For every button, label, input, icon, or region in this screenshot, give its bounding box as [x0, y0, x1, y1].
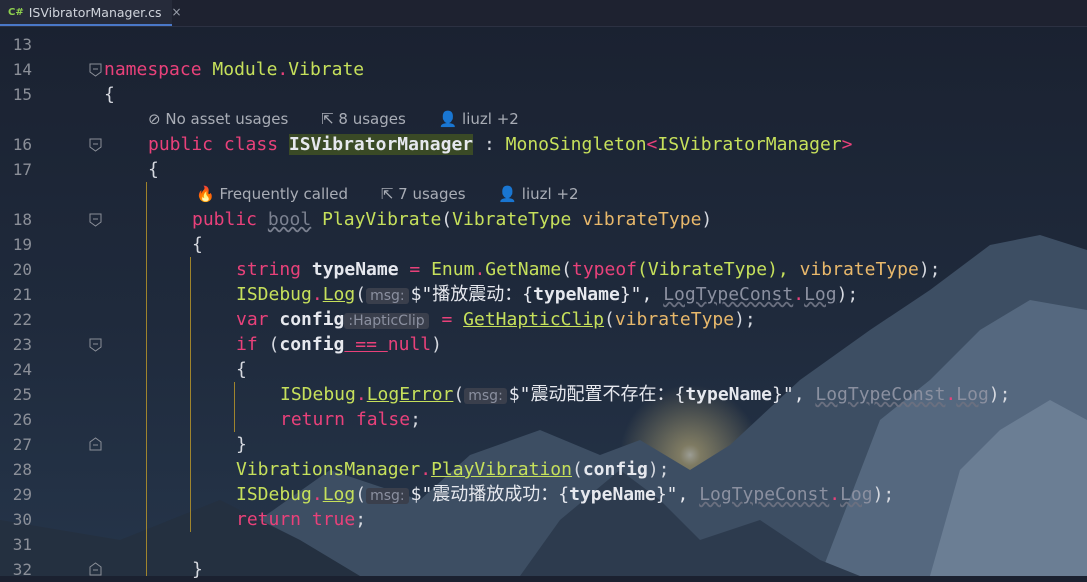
editor-tab-bar: C# ISVibratorManager.cs × [0, 0, 1087, 27]
line-number: 25 [12, 385, 32, 404]
line-number: 15 [12, 85, 32, 104]
code-line: 18 public bool PlayVibrate(VibrateType v… [0, 207, 1087, 232]
line-number: 19 [12, 235, 32, 254]
csharp-file-icon: C# [8, 6, 24, 18]
code-text[interactable]: string typeName = Enum.GetName(typeof(Vi… [236, 257, 941, 282]
code-text[interactable]: public class ISVibratorManager : MonoSin… [148, 132, 852, 157]
line-number: 26 [12, 410, 32, 429]
code-line: 28 VibrationsManager.PlayVibration(confi… [0, 457, 1087, 482]
line-number: 31 [12, 535, 32, 554]
code-line: 31 [0, 532, 1087, 557]
code-line: 20 string typeName = Enum.GetName(typeof… [0, 257, 1087, 282]
code-text[interactable]: ISDebug.LogError(msg: $"震动配置不存在：{typeName… [280, 382, 1010, 409]
file-tab[interactable]: C# ISVibratorManager.cs × [0, 0, 182, 26]
code-text[interactable]: if (config == null) [236, 332, 442, 357]
type-hint: :HapticClip [344, 313, 429, 329]
code-text[interactable]: return false; [280, 407, 421, 432]
code-line: 25 ISDebug.LogError(msg: $"震动配置不存在：{typeN… [0, 382, 1087, 407]
code-line: 14 namespace Module.Vibrate [0, 57, 1087, 82]
line-number: 32 [12, 560, 32, 579]
code-line: 23 if (config == null) [0, 332, 1087, 357]
code-line: 15 { [0, 82, 1087, 107]
code-line: 30 return true; [0, 507, 1087, 532]
line-number: 30 [12, 510, 32, 529]
method-code-vision-hints[interactable]: 🔥 Frequently called ⇱ 7 usages 👤 liuzl +… [196, 182, 607, 207]
code-text[interactable]: namespace Module.Vibrate [104, 57, 364, 82]
code-text[interactable]: VibrationsManager.PlayVibration(config); [236, 457, 670, 482]
line-number: 13 [12, 35, 32, 54]
line-number: 16 [12, 135, 32, 154]
code-text[interactable]: { [192, 232, 203, 257]
authors-hint[interactable]: 👤 liuzl +2 [439, 110, 533, 128]
close-tab-icon[interactable]: × [172, 5, 182, 19]
code-line: 22 var config:HapticClip = GetHapticClip… [0, 307, 1087, 332]
line-number: 17 [12, 160, 32, 179]
class-code-vision-hints[interactable]: ⊘ No asset usages ⇱ 8 usages 👤 liuzl +2 [148, 107, 547, 132]
code-text[interactable]: return true; [236, 507, 366, 532]
code-line: 21 ISDebug.Log(msg: $"播放震动：{typeName}", L… [0, 282, 1087, 307]
code-line: 19 { [0, 232, 1087, 257]
line-number: 22 [12, 310, 32, 329]
line-number: 28 [12, 460, 32, 479]
code-text[interactable]: ISDebug.Log(msg: $"播放震动：{typeName}", LogT… [236, 282, 858, 309]
code-text[interactable]: { [236, 357, 247, 382]
code-line: 32 } [0, 557, 1087, 582]
parameter-name-hint: msg: [366, 288, 409, 304]
line-number: 27 [12, 435, 32, 454]
line-number: 23 [12, 335, 32, 354]
code-line: 29 ISDebug.Log(msg: $"震动播放成功：{typeName}",… [0, 482, 1087, 507]
code-text[interactable]: } [236, 432, 247, 457]
code-text[interactable]: var config:HapticClip = GetHapticClip(vi… [236, 307, 756, 334]
line-number: 14 [12, 60, 32, 79]
code-line: 17 { [0, 157, 1087, 182]
code-text[interactable]: { [104, 82, 115, 107]
frequency-hint[interactable]: 🔥 Frequently called [196, 185, 362, 203]
code-text[interactable]: { [148, 157, 159, 182]
line-number: 18 [12, 210, 32, 229]
file-tab-label: ISVibratorManager.cs [28, 4, 162, 20]
code-line: 27 } [0, 432, 1087, 457]
usages-hint[interactable]: ⇱ 7 usages [381, 185, 480, 203]
code-line: 24 { [0, 357, 1087, 382]
code-text[interactable]: } [192, 557, 203, 582]
line-number: 20 [12, 260, 32, 279]
parameter-name-hint: msg: [464, 388, 507, 404]
usages-hint[interactable]: ⇱ 8 usages [321, 110, 420, 128]
line-number: 29 [12, 485, 32, 504]
code-line: 13 [0, 32, 1087, 57]
code-line: 16 public class ISVibratorManager : Mono… [0, 132, 1087, 157]
code-text[interactable]: public bool PlayVibrate(VibrateType vibr… [192, 207, 712, 232]
code-text[interactable]: ISDebug.Log(msg: $"震动播放成功：{typeName}", Lo… [236, 482, 894, 509]
line-number: 24 [12, 360, 32, 379]
authors-hint[interactable]: 👤 liuzl +2 [498, 185, 592, 203]
asset-usages-hint[interactable]: ⊘ No asset usages [148, 110, 302, 128]
code-line: 26 return false; [0, 407, 1087, 432]
parameter-name-hint: msg: [366, 488, 409, 504]
line-number: 21 [12, 285, 32, 304]
